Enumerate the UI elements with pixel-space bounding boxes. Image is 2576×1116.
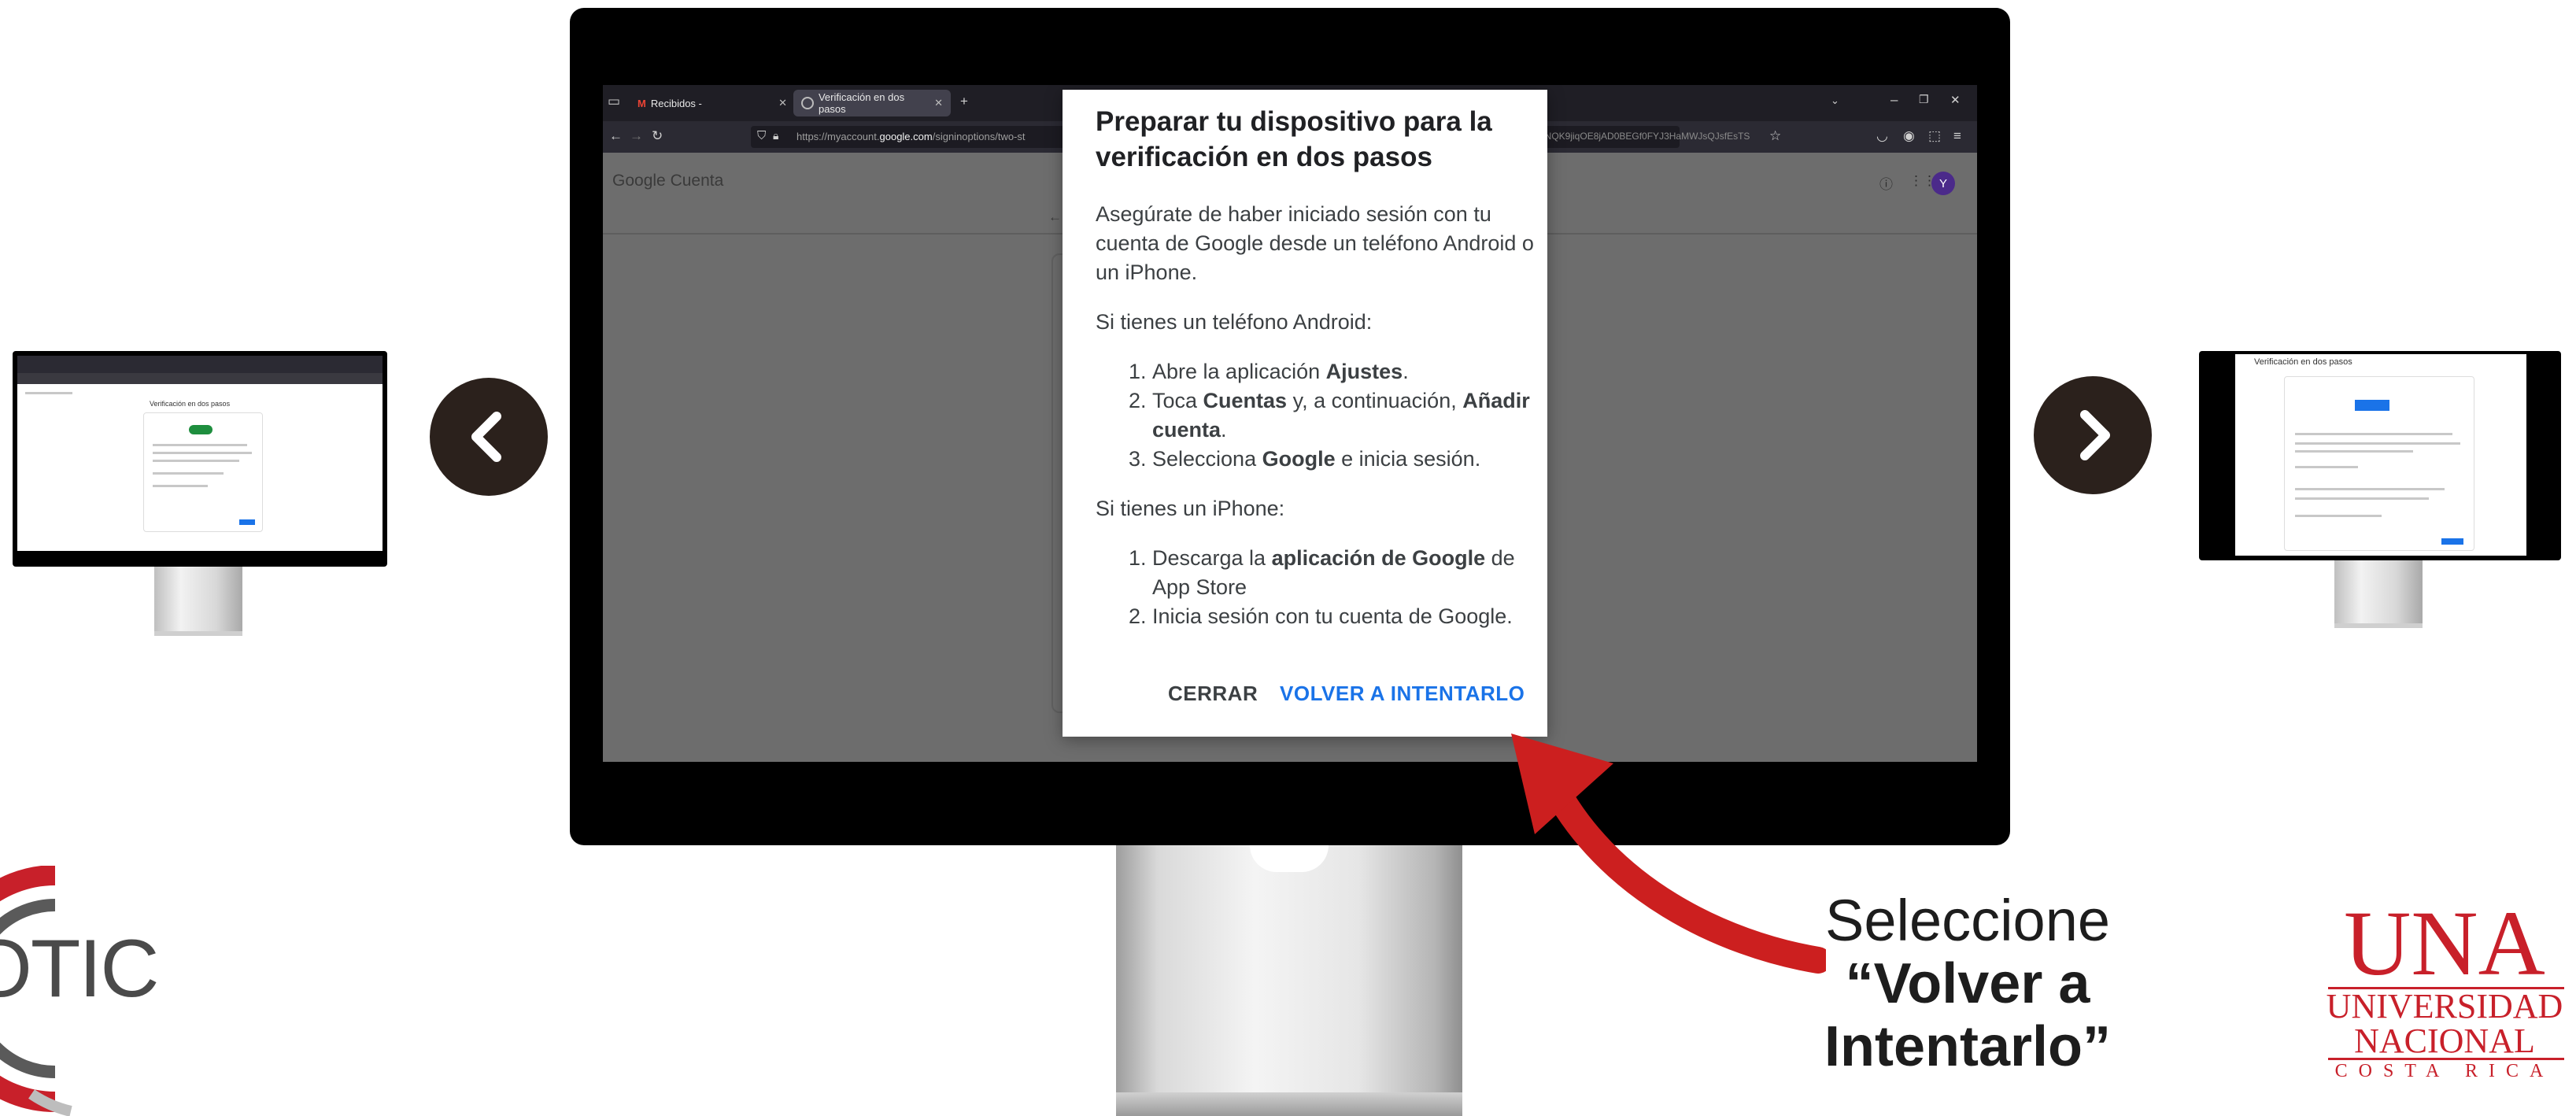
chevron-right-icon	[2080, 410, 2110, 460]
new-tab-button[interactable]: +	[960, 94, 968, 109]
chevron-down-icon[interactable]: ⌄	[1831, 94, 1839, 107]
gmail-icon: M	[638, 97, 646, 109]
mini-stand	[2334, 560, 2423, 626]
dialog-title: Preparar tu dispositivo para la verifica…	[1096, 106, 1492, 172]
retry-button[interactable]: VOLVER A INTENTARLO	[1280, 682, 1525, 706]
prepare-device-dialog: Preparar tu dispositivo para la verifica…	[1063, 90, 1547, 737]
instruction-annotation: Seleccione “Volver a Intentarlo”	[1787, 888, 2149, 1079]
google-favicon-icon	[801, 97, 814, 109]
lock-icon: 🔒︎	[773, 129, 779, 142]
back-icon[interactable]: ←	[609, 128, 623, 144]
red-curved-arrow	[1511, 734, 1826, 974]
shield-icon: ⛉	[757, 129, 767, 142]
minimize-icon[interactable]: –	[1890, 92, 1898, 108]
tab-gmail-label: Recibidos -	[650, 97, 702, 109]
otic-logo-text: OTIC	[0, 923, 159, 1014]
una-logo-title: UNA	[2344, 892, 2545, 995]
annotation-line-2: “Volver a	[1845, 952, 2090, 1015]
annotation-line-3: Intentarlo”	[1824, 1015, 2111, 1078]
mini-stand	[154, 567, 242, 634]
una-logo-line-3: NACIONAL	[2354, 1022, 2535, 1060]
otic-logo: OTIC	[0, 866, 159, 1116]
mini-screen: Verificación en dos pasos	[2199, 351, 2561, 560]
avatar[interactable]: Y	[1931, 172, 1955, 195]
extensions-icon[interactable]: ⬚	[1928, 128, 1941, 144]
monitor-stand	[1116, 845, 1462, 1116]
mini-screen-content: Verificación en dos pasos	[2235, 354, 2526, 556]
android-step: Toca Cuentas y, a continuación, Añadir c…	[1152, 386, 1536, 445]
mini-stand-base	[154, 631, 242, 636]
mini-heading: Verificación en dos pasos	[150, 400, 231, 408]
mini-screen-content: Verificación en dos pasos	[17, 356, 383, 551]
bookmark-star-icon[interactable]: ☆	[1769, 128, 1781, 144]
restore-icon[interactable]: ❐	[1919, 93, 1929, 106]
iphone-step: Descarga la aplicación de Google de App …	[1152, 544, 1536, 602]
mini-heading: Verificación en dos pasos	[2254, 357, 2352, 367]
reload-icon[interactable]: ↻	[652, 128, 663, 144]
android-step: Abre la aplicación Ajustes.	[1152, 357, 1536, 386]
next-arrow-button[interactable]	[2034, 376, 2152, 494]
close-icon[interactable]: ✕	[778, 97, 787, 109]
menu-icon[interactable]: ≡	[1953, 128, 1961, 144]
dialog-body: Asegúrate de haber iniciado sesión con t…	[1096, 200, 1536, 652]
dialog-intro: Asegúrate de haber iniciado sesión con t…	[1096, 202, 1534, 284]
help-icon[interactable]: ⓘ	[1879, 173, 1893, 193]
una-logo: UNA UNIVERSIDAD NACIONAL COSTA RICA	[2314, 897, 2574, 1086]
tab-list-icon[interactable]: ▭	[608, 94, 620, 109]
close-button[interactable]: CERRAR	[1168, 682, 1258, 706]
url-tail: 7NQK9jiqOE8jAD0BEGf0FYJ3HaMWJsQJsfEsTS	[1539, 131, 1750, 142]
forward-icon[interactable]: →	[630, 128, 643, 144]
tab-verification[interactable]: Verificación en dos pasos ✕	[793, 90, 951, 116]
previous-slide-preview[interactable]: Verificación en dos pasos	[13, 351, 387, 639]
close-window-icon[interactable]: ✕	[1950, 93, 1961, 107]
android-steps: Abre la aplicación Ajustes. Toca Cuentas…	[1096, 357, 1536, 474]
annotation-line-1: Seleccione	[1824, 888, 2110, 953]
tab-gmail[interactable]: M Recibidos - ✕	[630, 90, 795, 116]
mini-screen: Verificación en dos pasos	[13, 351, 387, 567]
tab-verification-label: Verificación en dos pasos	[818, 91, 905, 115]
iphone-step: Inicia sesión con tu cuenta de Google.	[1152, 602, 1536, 631]
iphone-heading: Si tienes un iPhone:	[1096, 497, 1285, 520]
una-logo-line-2: UNIVERSIDAD	[2326, 987, 2563, 1025]
google-account-logo[interactable]: Google Cuenta	[612, 172, 723, 190]
dialog-actions: CERRAR VOLVER A INTENTARLO	[1063, 682, 1547, 719]
pocket-icon[interactable]: ◡	[1876, 128, 1888, 144]
back-arrow-icon[interactable]: ←	[1048, 209, 1062, 225]
iphone-steps: Descarga la aplicación de Google de App …	[1096, 544, 1536, 631]
chevron-left-icon	[471, 412, 501, 462]
previous-arrow-button[interactable]	[430, 378, 548, 496]
url-text: https://myaccount.google.com/signinoptio…	[796, 131, 1026, 142]
android-heading: Si tienes un teléfono Android:	[1096, 310, 1373, 334]
close-icon[interactable]: ✕	[934, 97, 943, 109]
android-step: Selecciona Google e inicia sesión.	[1152, 445, 1536, 474]
next-slide-preview[interactable]: Verificación en dos pasos	[2199, 351, 2561, 631]
monitor-stand-foot	[1116, 1092, 1462, 1116]
account-icon[interactable]: ◉	[1903, 128, 1915, 144]
una-logo-line-4: COSTA RICA	[2334, 1061, 2555, 1081]
mini-stand-base	[2334, 623, 2423, 628]
